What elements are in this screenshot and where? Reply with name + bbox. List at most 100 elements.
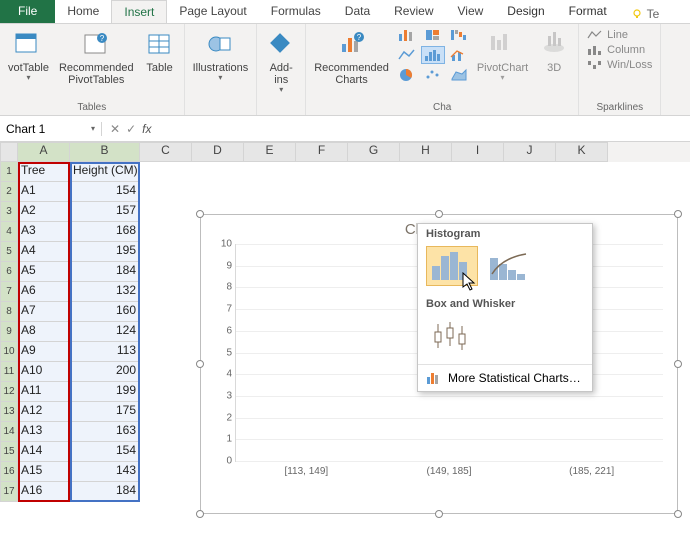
tell-me[interactable]: Te: [619, 0, 672, 23]
cell[interactable]: A6: [18, 282, 70, 302]
cell[interactable]: 199: [70, 382, 140, 402]
resize-handle[interactable]: [196, 210, 204, 218]
more-statistical-charts[interactable]: More Statistical Charts…: [418, 364, 592, 391]
cell[interactable]: A9: [18, 342, 70, 362]
cell[interactable]: 195: [70, 242, 140, 262]
cell[interactable]: 200: [70, 362, 140, 382]
cell[interactable]: 132: [70, 282, 140, 302]
addins-button[interactable]: Add- ins▾: [261, 26, 301, 97]
waterfall-chart-button[interactable]: [447, 26, 471, 44]
tab-page-layout[interactable]: Page Layout: [167, 0, 258, 23]
statistical-chart-button[interactable]: [421, 46, 445, 64]
sparkline-column-button[interactable]: Column: [583, 43, 656, 57]
cell[interactable]: A2: [18, 202, 70, 222]
row-header[interactable]: 15: [0, 442, 18, 462]
select-all-corner[interactable]: [0, 142, 18, 162]
col-header-B[interactable]: B: [70, 142, 140, 162]
table-button[interactable]: Table: [140, 26, 180, 76]
tab-review[interactable]: Review: [382, 0, 445, 23]
row-header[interactable]: 7: [0, 282, 18, 302]
cell[interactable]: 160: [70, 302, 140, 322]
scatter-chart-button[interactable]: [421, 66, 445, 84]
tab-format[interactable]: Format: [557, 0, 619, 23]
cell[interactable]: A3: [18, 222, 70, 242]
histogram-option[interactable]: [426, 246, 478, 286]
cell[interactable]: A5: [18, 262, 70, 282]
illustrations-button[interactable]: Illustrations▾: [189, 26, 253, 85]
cell[interactable]: 143: [70, 462, 140, 482]
hierarchy-chart-button[interactable]: [421, 26, 445, 44]
col-header-E[interactable]: E: [244, 142, 296, 162]
cell[interactable]: 175: [70, 402, 140, 422]
resize-handle[interactable]: [435, 210, 443, 218]
row-header[interactable]: 10: [0, 342, 18, 362]
tab-home[interactable]: Home: [55, 0, 111, 23]
pie-chart-button[interactable]: [395, 66, 419, 84]
tab-view[interactable]: View: [446, 0, 496, 23]
cell[interactable]: A16: [18, 482, 70, 502]
row-header[interactable]: 1: [0, 162, 18, 182]
tab-file[interactable]: File: [0, 0, 55, 23]
column-chart-button[interactable]: [395, 26, 419, 44]
row-header[interactable]: 9: [0, 322, 18, 342]
cell[interactable]: A8: [18, 322, 70, 342]
col-header-A[interactable]: A: [18, 142, 70, 162]
cell[interactable]: 157: [70, 202, 140, 222]
row-header[interactable]: 8: [0, 302, 18, 322]
cell[interactable]: A12: [18, 402, 70, 422]
col-header-G[interactable]: G: [348, 142, 400, 162]
cell[interactable]: 113: [70, 342, 140, 362]
tab-data[interactable]: Data: [333, 0, 382, 23]
cell[interactable]: 154: [70, 182, 140, 202]
tab-insert[interactable]: Insert: [111, 0, 167, 23]
box-whisker-option[interactable]: [426, 316, 478, 356]
row-header[interactable]: 13: [0, 402, 18, 422]
row-header[interactable]: 5: [0, 242, 18, 262]
cell[interactable]: A11: [18, 382, 70, 402]
cell[interactable]: Tree: [18, 162, 70, 182]
sparkline-winloss-button[interactable]: Win/Loss: [583, 58, 656, 72]
recommended-charts-button[interactable]: ? Recommended Charts: [310, 26, 393, 88]
cell[interactable]: A14: [18, 442, 70, 462]
cell[interactable]: 168: [70, 222, 140, 242]
3d-map-button[interactable]: 3D: [534, 26, 574, 76]
resize-handle[interactable]: [196, 360, 204, 368]
row-header[interactable]: 17: [0, 482, 18, 502]
name-box[interactable]: Chart 1 ▾: [0, 122, 102, 136]
row-header[interactable]: 12: [0, 382, 18, 402]
cell[interactable]: A7: [18, 302, 70, 322]
row-header[interactable]: 14: [0, 422, 18, 442]
resize-handle[interactable]: [674, 510, 682, 518]
col-header-I[interactable]: I: [452, 142, 504, 162]
row-header[interactable]: 4: [0, 222, 18, 242]
col-header-J[interactable]: J: [504, 142, 556, 162]
line-chart-button[interactable]: [395, 46, 419, 64]
tab-design[interactable]: Design: [495, 0, 556, 23]
surface-chart-button[interactable]: [447, 66, 471, 84]
recommended-pivottables-button[interactable]: ? Recommended PivotTables: [55, 26, 138, 88]
cell[interactable]: 154: [70, 442, 140, 462]
col-header-D[interactable]: D: [192, 142, 244, 162]
row-header[interactable]: 16: [0, 462, 18, 482]
cell[interactable]: A1: [18, 182, 70, 202]
cancel-icon[interactable]: ✕: [110, 122, 120, 136]
resize-handle[interactable]: [435, 510, 443, 518]
pareto-option[interactable]: [484, 246, 536, 286]
cell[interactable]: 124: [70, 322, 140, 342]
col-header-F[interactable]: F: [296, 142, 348, 162]
row-header[interactable]: 11: [0, 362, 18, 382]
sparkline-line-button[interactable]: Line: [583, 28, 656, 42]
resize-handle[interactable]: [196, 510, 204, 518]
col-header-K[interactable]: K: [556, 142, 608, 162]
cell[interactable]: 184: [70, 262, 140, 282]
row-header[interactable]: 3: [0, 202, 18, 222]
cell[interactable]: 184: [70, 482, 140, 502]
resize-handle[interactable]: [674, 360, 682, 368]
cell[interactable]: A10: [18, 362, 70, 382]
col-header-H[interactable]: H: [400, 142, 452, 162]
cell[interactable]: Height (CM): [70, 162, 140, 182]
resize-handle[interactable]: [674, 210, 682, 218]
combo-chart-button[interactable]: [447, 46, 471, 64]
cell[interactable]: A15: [18, 462, 70, 482]
row-header[interactable]: 2: [0, 182, 18, 202]
